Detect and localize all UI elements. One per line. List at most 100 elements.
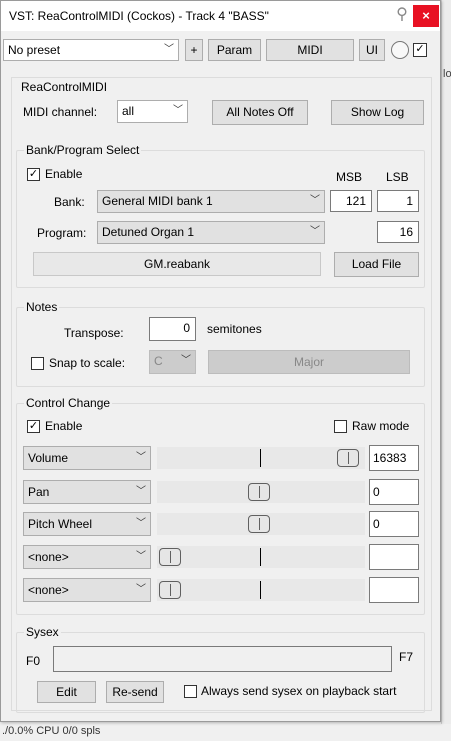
midi-channel-label: MIDI channel: — [23, 105, 98, 119]
bank-enable-label: Enable — [45, 167, 83, 181]
sysex-group-title: Sysex — [24, 625, 61, 639]
preset-dropdown[interactable]: No preset ﹀ — [3, 39, 179, 61]
chevron-down-icon: ﹀ — [136, 452, 146, 463]
cc-slider-thumb[interactable] — [159, 548, 181, 566]
plugin-toolbar: No preset ﹀ + Param MIDI UI ✓ — [1, 31, 440, 65]
cc-enable-label: Enable — [45, 419, 83, 433]
cc-slider-thumb[interactable] — [248, 515, 270, 533]
cc-param-dropdown[interactable]: Pitch Wheel ﹀ — [23, 512, 151, 536]
chevron-down-icon: ﹀ — [181, 355, 191, 366]
snap-to-scale-label: Snap to scale: — [49, 356, 126, 370]
title-bar[interactable]: VST: ReaControlMIDI (Cockos) - Track 4 "… — [1, 1, 440, 31]
cc-param-dropdown[interactable]: Pan ﹀ — [23, 480, 151, 504]
param-button[interactable]: Param — [208, 39, 261, 61]
close-button[interactable]: × — [413, 5, 439, 27]
cc-value-field[interactable]: 0 — [369, 511, 419, 537]
cc-param-dropdown[interactable]: <none> ﹀ — [23, 578, 151, 602]
lsb-label: LSB — [386, 170, 409, 184]
bank-enable-checkbox[interactable]: ✓ — [27, 168, 40, 181]
chevron-down-icon: ﹀ — [164, 44, 174, 55]
cc-slider[interactable] — [157, 546, 365, 568]
bank-program-group-title: Bank/Program Select — [24, 143, 142, 157]
cc-value-field[interactable]: 16383 — [369, 445, 419, 471]
midi-channel-value: all — [122, 104, 135, 118]
snap-to-scale-checkbox[interactable] — [31, 357, 44, 370]
raw-mode-label: Raw mode — [352, 419, 410, 433]
preset-value: No preset — [8, 43, 61, 57]
scale-type-button[interactable]: Major — [208, 350, 410, 374]
always-send-sysex-checkbox[interactable] — [184, 685, 197, 698]
cc-param-value: <none> — [28, 550, 69, 564]
cc-slider[interactable] — [157, 513, 365, 535]
raw-mode-checkbox[interactable] — [334, 420, 347, 433]
chevron-down-icon: ﹀ — [136, 551, 146, 562]
bank-file-display: GM.reabank — [33, 252, 321, 276]
wet-knob[interactable] — [391, 41, 409, 59]
cc-value-field[interactable]: 0 — [369, 479, 419, 505]
chevron-down-icon: ﹀ — [136, 486, 146, 497]
cc-param-value: <none> — [28, 583, 69, 597]
cc-param-dropdown[interactable]: <none> ﹀ — [23, 545, 151, 569]
cc-value-field[interactable] — [369, 544, 419, 570]
transpose-label: Transpose: — [64, 326, 124, 340]
cc-slider[interactable] — [157, 447, 365, 469]
plugin-window: VST: ReaControlMIDI (Cockos) - Track 4 "… — [0, 0, 441, 722]
always-send-sysex-label: Always send sysex on playback start — [201, 684, 397, 698]
midi-button[interactable]: MIDI — [266, 39, 354, 61]
cc-slider[interactable] — [157, 481, 365, 503]
sysex-edit-button[interactable]: Edit — [37, 681, 96, 703]
program-dropdown[interactable]: Detuned Organ 1 ﹀ — [97, 221, 325, 244]
chevron-down-icon: ﹀ — [136, 518, 146, 529]
pin-icon[interactable]: ⚲ — [393, 5, 411, 25]
midi-channel-dropdown[interactable]: all ﹀ — [117, 100, 188, 123]
cc-enable-checkbox[interactable]: ✓ — [27, 420, 40, 433]
reacontrolmidi-group-title: ReaControlMIDI — [19, 80, 110, 94]
chevron-down-icon: ﹀ — [310, 226, 320, 237]
cc-param-value: Pan — [28, 485, 50, 499]
f7-label: F7 — [399, 650, 414, 664]
cc-slider-center-mark — [260, 548, 261, 566]
bank-label: Bank: — [54, 195, 85, 209]
cc-param-value: Pitch Wheel — [28, 517, 93, 531]
load-file-button[interactable]: Load File — [334, 252, 419, 277]
cc-slider-thumb[interactable] — [337, 449, 359, 467]
window-title: VST: ReaControlMIDI (Cockos) - Track 4 "… — [9, 9, 269, 23]
control-change-group-title: Control Change — [24, 396, 113, 410]
ui-button[interactable]: UI — [359, 39, 385, 61]
all-notes-off-button[interactable]: All Notes Off — [212, 100, 308, 125]
plugin-enabled-checkbox[interactable]: ✓ — [413, 43, 427, 57]
sysex-input[interactable] — [53, 646, 392, 672]
chevron-down-icon: ﹀ — [173, 105, 183, 116]
cc-slider-thumb[interactable] — [248, 483, 270, 501]
f0-label: F0 — [26, 654, 41, 668]
sysex-resend-button[interactable]: Re-send — [106, 681, 164, 703]
semitones-label: semitones — [207, 322, 262, 336]
cc-value-field[interactable] — [369, 577, 419, 603]
scale-root-dropdown[interactable]: C ﹀ — [149, 350, 196, 374]
background-text-fragment: lo — [443, 68, 451, 80]
lsb-field[interactable]: 1 — [377, 190, 419, 212]
program-label: Program: — [37, 226, 87, 240]
notes-group — [16, 307, 425, 387]
cc-slider-thumb[interactable] — [159, 581, 181, 599]
bank-dropdown[interactable]: General MIDI bank 1 ﹀ — [97, 190, 325, 213]
program-value: Detuned Organ 1 — [102, 225, 195, 239]
scale-root-value: C — [154, 354, 163, 368]
show-log-button[interactable]: Show Log — [331, 100, 424, 125]
chevron-down-icon: ﹀ — [310, 195, 320, 206]
bank-value: General MIDI bank 1 — [102, 194, 213, 208]
notes-group-title: Notes — [24, 300, 60, 314]
cc-slider[interactable] — [157, 579, 365, 601]
transpose-field[interactable]: 0 — [149, 317, 196, 341]
chevron-down-icon: ﹀ — [136, 584, 146, 595]
cc-slider-center-mark — [260, 449, 261, 467]
background-app-panel: lo — [441, 0, 451, 741]
add-preset-button[interactable]: + — [185, 39, 203, 61]
close-icon: × — [422, 8, 430, 23]
cc-param-dropdown[interactable]: Volume ﹀ — [23, 446, 151, 470]
msb-field[interactable]: 121 — [330, 190, 372, 212]
program-number-field[interactable]: 16 — [377, 221, 419, 243]
background-status-bar: ./0.0% CPU 0/0 spls — [0, 724, 451, 741]
cc-param-value: Volume — [28, 451, 69, 465]
msb-label: MSB — [336, 170, 363, 184]
